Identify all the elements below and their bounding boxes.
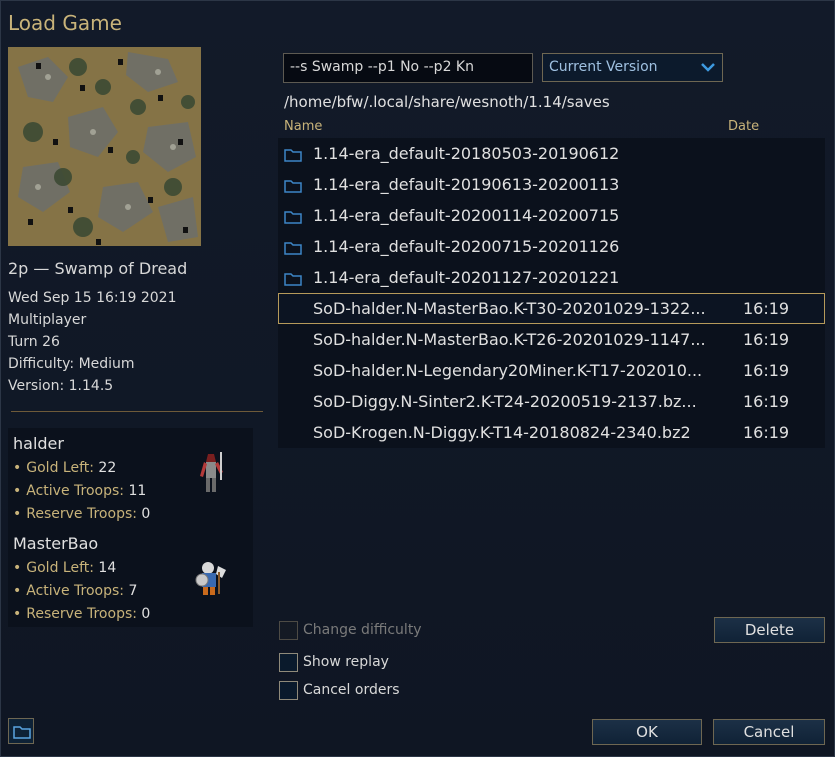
players-panel: halder • Gold Left: 22 • Active Troops: 11… — [8, 428, 253, 627]
folder-icon — [284, 147, 302, 166]
save-file-row[interactable]: SoD-halder.N-MasterBao.K-T26-20201029-11… — [278, 324, 825, 355]
save-file-row[interactable]: SoD-Diggy.N-Sinter2.K-T24-20200519-2137.… — [278, 386, 825, 417]
difficulty: Difficulty: Medium — [8, 356, 135, 372]
separator — [11, 411, 263, 412]
folder-icon — [284, 178, 302, 197]
player-active-troops: • Active Troops: 11 — [13, 483, 147, 499]
player-active-troops: • Active Troops: 7 — [13, 583, 138, 599]
change-difficulty-label: Change difficulty — [303, 622, 422, 638]
cancel-button[interactable]: Cancel — [713, 719, 825, 745]
chevron-down-icon — [700, 60, 716, 78]
game-version: Version: 1.14.5 — [8, 378, 114, 394]
folder-row[interactable]: 1.14-era_default-20200715-20201126 — [278, 231, 825, 262]
open-folder-icon — [13, 724, 31, 743]
player-reserve-troops: • Reserve Troops: 0 — [13, 506, 151, 522]
scenario-minimap — [8, 47, 201, 246]
cancel-orders-label: Cancel orders — [303, 682, 400, 698]
save-file-row[interactable]: SoD-Krogen.N-Diggy.K-T14-20180824-2340.b… — [278, 417, 825, 448]
scenario-name: 2p — Swamp of Dread — [8, 259, 188, 278]
player-reserve-troops: • Reserve Troops: 0 — [13, 606, 151, 622]
cancel-orders-checkbox[interactable] — [279, 681, 298, 700]
file-list: 1.14-era_default-20180503-20190612 1.14-… — [278, 138, 825, 448]
player-name: MasterBao — [13, 534, 99, 553]
folder-row[interactable]: 1.14-era_default-20180503-20190612 — [278, 138, 825, 169]
game-mode: Multiplayer — [8, 312, 87, 328]
player-gold: • Gold Left: 14 — [13, 560, 117, 576]
column-header-name[interactable]: Name — [284, 119, 322, 134]
show-replay-label: Show replay — [303, 654, 389, 670]
save-date: Wed Sep 15 16:19 2021 — [8, 290, 177, 306]
column-header-date[interactable]: Date — [728, 119, 759, 134]
folder-icon — [284, 271, 302, 290]
folder-row[interactable]: 1.14-era_default-20200114-20200715 — [278, 200, 825, 231]
turn-number: Turn 26 — [8, 334, 60, 350]
delete-button[interactable]: Delete — [714, 617, 825, 643]
ok-button[interactable]: OK — [592, 719, 702, 745]
version-selected: Current Version — [549, 59, 658, 75]
leader-unit-icon — [194, 450, 228, 498]
save-file-row[interactable]: SoD-halder.N-Legendary20Miner.K-T17-2020… — [278, 355, 825, 386]
filter-input[interactable]: --s Swamp --p1 No --p2 Kn — [283, 53, 533, 83]
folder-row[interactable]: 1.14-era_default-20201127-20201221 — [278, 262, 825, 293]
folder-icon — [284, 240, 302, 259]
save-file-row-selected[interactable]: SoD-halder.N-MasterBao.K-T30-20201029-13… — [278, 293, 825, 324]
leader-unit-icon — [194, 560, 228, 608]
open-folder-button[interactable] — [8, 718, 34, 744]
save-directory-path: /home/bfw/.local/share/wesnoth/1.14/save… — [284, 93, 610, 111]
change-difficulty-checkbox[interactable] — [279, 621, 298, 640]
show-replay-checkbox[interactable] — [279, 653, 298, 672]
player-name: halder — [13, 434, 64, 453]
load-game-dialog: Load Game 2p — Swamp of Dread Wed Sep 15… — [0, 0, 835, 757]
version-dropdown[interactable]: Current Version — [542, 53, 723, 82]
folder-icon — [284, 209, 302, 228]
dialog-title: Load Game — [8, 11, 122, 35]
folder-row[interactable]: 1.14-era_default-20190613-20200113 — [278, 169, 825, 200]
player-gold: • Gold Left: 22 — [13, 460, 117, 476]
